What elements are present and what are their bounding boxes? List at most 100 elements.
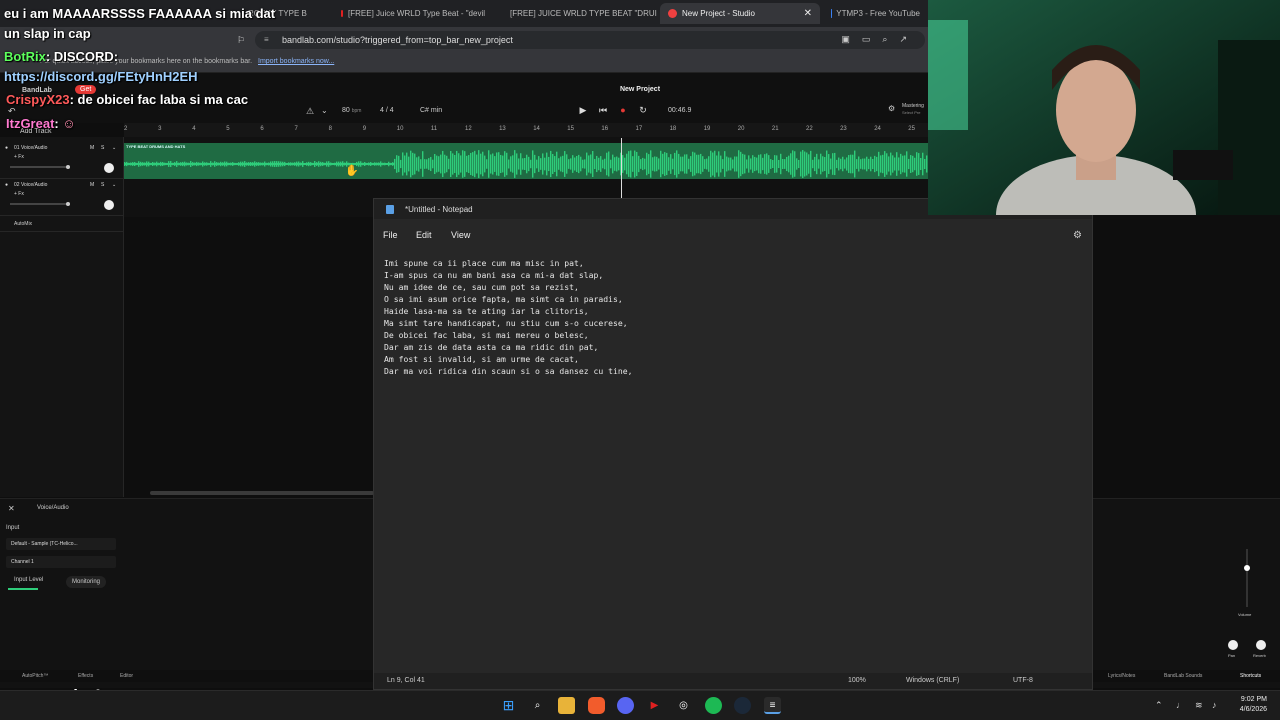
pan-knob[interactable]	[104, 200, 114, 210]
waveform-bar	[426, 159, 428, 169]
close-icon[interactable]: ✕	[8, 504, 15, 513]
menu-file[interactable]: File	[383, 230, 398, 240]
system-clock[interactable]: 9:02 PM 4/6/2026	[1240, 695, 1267, 715]
start-icon[interactable]: ⊞	[500, 697, 517, 714]
search-icon[interactable]: ⌕	[529, 697, 546, 714]
tab-editor[interactable]: Editor	[120, 673, 133, 679]
channel-select[interactable]: Channel 1	[6, 556, 116, 568]
ruler-tick-label: 16	[601, 126, 609, 132]
skip-back-icon[interactable]: ⏮	[598, 105, 608, 115]
tab-effects[interactable]: Effects	[78, 673, 93, 679]
fader-knob[interactable]	[1244, 565, 1250, 571]
project-title[interactable]: New Project	[600, 86, 680, 93]
slider-knob[interactable]	[66, 202, 70, 206]
timeline-ruler[interactable]: 2 3 4 5 6 7 8 9 10 11 12 13 14 15 16 17 18 19 20 21 22 23 24 25	[124, 123, 928, 137]
chevron-down-icon[interactable]: ⌄	[321, 106, 328, 115]
waveform-bar	[540, 158, 542, 170]
tempo-field[interactable]: 80 bpm	[342, 107, 361, 114]
track-header-1[interactable]: ● 01 Voice/Audio + Fx M S ⌄	[0, 142, 124, 179]
tab-youtube-devil[interactable]: [FREE] Juice WRLD Type Beat - "devil	[333, 3, 493, 24]
url-input[interactable]: ≡ bandlab.com/studio?triggered_from=top_…	[255, 31, 925, 49]
waveform-bar	[640, 159, 642, 169]
notepad-text-area[interactable]: Imi spune ca ii place cum ma misc in pat…	[384, 257, 633, 377]
menu-view[interactable]: View	[451, 230, 470, 240]
mute-button[interactable]: M	[90, 182, 94, 188]
youtube-icon[interactable]: ▶	[646, 697, 663, 714]
site-info-icon[interactable]: ≡	[264, 35, 269, 44]
mastering-icon[interactable]: ⚙	[888, 104, 895, 113]
add-fx-button[interactable]: + Fx	[14, 191, 24, 197]
waveform-bar	[524, 157, 526, 171]
microphone-icon[interactable]: ♩	[1176, 700, 1185, 710]
arm-icon[interactable]: ●	[5, 145, 8, 151]
file-explorer-icon[interactable]	[558, 697, 575, 714]
track-header-2[interactable]: ● 02 Voice/Audio + Fx M S ⌄	[0, 179, 124, 216]
import-bookmarks-link[interactable]: Import bookmarks now...	[258, 58, 334, 65]
volume-slider[interactable]	[10, 165, 70, 169]
waveform-bar	[362, 162, 364, 166]
waveform-bar	[300, 162, 302, 166]
loop-icon[interactable]: ↻	[638, 105, 648, 115]
steam-icon[interactable]	[734, 697, 751, 714]
ruler-tick-label: 3	[158, 126, 162, 132]
reverb-knob[interactable]	[1256, 640, 1266, 650]
network-icon[interactable]: ≋	[1195, 700, 1203, 711]
brave-browser-icon[interactable]	[588, 697, 605, 714]
playhead[interactable]	[621, 138, 622, 198]
close-tab-icon[interactable]: ✕	[804, 8, 812, 19]
volume-slider[interactable]	[10, 202, 70, 206]
bookmark-icon[interactable]: ⚐	[236, 35, 246, 45]
shortcuts-button[interactable]: Shortcuts	[1240, 673, 1261, 679]
slider-knob[interactable]	[66, 165, 70, 169]
bandlab-sounds-button[interactable]: BandLab Sounds	[1164, 673, 1202, 679]
gear-icon[interactable]: ⚙	[1073, 230, 1082, 241]
address-actions-icons[interactable]: ▣▭⌕↗	[841, 34, 919, 45]
horizontal-scrollbar[interactable]	[150, 491, 374, 495]
input-device-select[interactable]: Default - Sample (TC-Helico...	[6, 538, 116, 550]
waveform-bar	[526, 154, 528, 174]
record-icon[interactable]: ●	[618, 105, 628, 115]
chevron-down-icon[interactable]: ⌄	[112, 182, 116, 188]
pan-knob[interactable]	[1228, 640, 1238, 650]
waveform-bar	[794, 151, 796, 177]
volume-icon[interactable]: ♪	[1212, 700, 1217, 710]
audio-clip[interactable]: TYPE BEAT DRUMS AND HATS	[124, 143, 928, 179]
automix-row[interactable]: AutoMix	[0, 218, 124, 232]
waveform-bar	[408, 156, 410, 172]
spotify-icon[interactable]	[705, 697, 722, 714]
waveform-bar	[696, 154, 698, 174]
pan-knob[interactable]	[104, 163, 114, 173]
discord-icon[interactable]	[617, 697, 634, 714]
waveform-bar	[330, 162, 332, 166]
metronome-icon[interactable]: ⚠	[306, 106, 314, 117]
mute-button[interactable]: M	[90, 145, 94, 151]
waveform-bar	[222, 162, 224, 166]
chevron-down-icon[interactable]: ⌄	[112, 145, 116, 151]
waveform-bar	[832, 153, 834, 175]
waveform-bar	[324, 162, 326, 166]
arm-icon[interactable]: ●	[5, 182, 8, 188]
tab-autopitch[interactable]: AutoPitch™	[22, 673, 48, 679]
tab-ytmp3[interactable]: YTMP3 - Free YouTube	[823, 3, 928, 24]
menu-edit[interactable]: Edit	[416, 230, 432, 240]
waveform-bar	[720, 155, 722, 173]
waveform-bar	[758, 154, 760, 174]
waveform-bar	[870, 156, 872, 172]
monitoring-button[interactable]: Monitoring	[66, 576, 107, 588]
add-fx-button[interactable]: + Fx	[14, 154, 24, 160]
waveform-bar	[748, 155, 750, 173]
volume-fader[interactable]	[1244, 549, 1250, 607]
time-signature[interactable]: 4 / 4	[380, 107, 394, 114]
obs-icon[interactable]: ◎	[675, 697, 692, 714]
solo-button[interactable]: S	[101, 145, 104, 151]
notepad-taskbar-icon[interactable]: ≡	[764, 697, 781, 714]
solo-button[interactable]: S	[101, 182, 104, 188]
mastering-button[interactable]: Mastering	[902, 103, 924, 109]
tab-bandlab-studio[interactable]: New Project - Studio ✕	[660, 3, 820, 24]
lyrics-notes-button[interactable]: Lyrics/Notes	[1108, 673, 1135, 679]
chevron-up-icon[interactable]: ⌃	[1155, 700, 1163, 711]
tab-youtube-drum[interactable]: [FREE] JUICE WRLD TYPE BEAT "DRUI	[497, 3, 657, 24]
waveform-bar	[376, 162, 378, 166]
key-selector[interactable]: C# min	[420, 107, 442, 114]
play-icon[interactable]: ▶	[578, 105, 588, 115]
